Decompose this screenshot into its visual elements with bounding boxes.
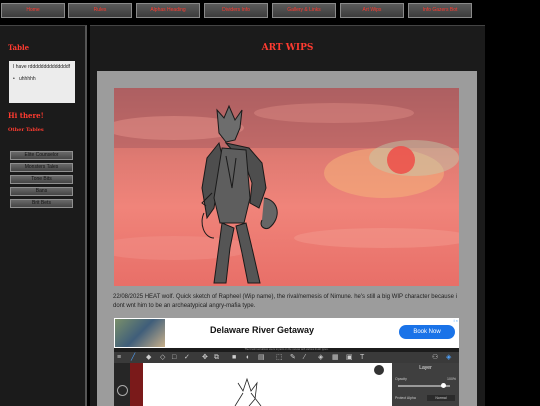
frame-icon: ▣ <box>346 354 353 361</box>
transform-icon: ⧉ <box>214 354 219 361</box>
blend-mode-select: Normal <box>427 395 455 401</box>
protect-alpha-label: Protect Alpha <box>395 396 416 400</box>
color-picker-icon <box>117 385 128 396</box>
sidebar-button-4[interactable]: Bans <box>10 187 73 196</box>
app-left-toolstrip <box>114 363 130 406</box>
ruler-icon: ◈ <box>318 354 324 361</box>
layers-tool-icon: ▦ <box>332 354 339 361</box>
brush-icon: ╱ <box>131 354 136 361</box>
sidebar-textbox: I have rddddddddddddddf uhhhhh <box>9 61 75 103</box>
opacity-slider-knob <box>441 383 446 388</box>
main-panel: ART WIPS 22/08/2025 HEAT wolf. Quick ske… <box>90 25 485 406</box>
artwork-image <box>114 88 459 286</box>
sidebar-heading-table: Table <box>8 43 30 52</box>
nav-dividers[interactable]: Dividers Info <box>204 3 268 18</box>
page-margin-right <box>487 25 540 405</box>
opacity-label: Opacity <box>395 377 407 381</box>
app-brush-size-strip <box>130 363 143 406</box>
nav-info-gazers[interactable]: Info Gazers Bot <box>408 3 472 18</box>
sidebar-textbox-line: I have rddddddddddddddf <box>13 64 70 70</box>
drawing-app-screenshot: The brush tool allows users to paint on … <box>114 348 459 406</box>
sidebar-button-5[interactable]: Brit Bets <box>10 199 73 208</box>
eraser-icon: ◆ <box>146 354 152 361</box>
sidebar-other-tables-heading: Other Tables <box>8 127 44 133</box>
canvas-sketch <box>234 365 384 406</box>
opacity-value: 100% <box>447 377 456 381</box>
app-toolbar: ≡ ╱ ◆ ◇ □ ✓ ✥ ⧉ ■ ◐ ▤ ⬚ ✎ ⁄ ◈ ▦ ▣ T ⚇ ◈ <box>114 352 459 363</box>
ad-thumbnail-image[interactable] <box>115 319 165 347</box>
sidebar-button-3[interactable]: Tone Bits <box>10 175 73 184</box>
share-icon: ⚇ <box>432 354 439 361</box>
bucket-icon: ◐ <box>246 354 251 361</box>
gradient-icon: ▤ <box>258 354 265 361</box>
page-title: ART WIPS <box>261 43 314 53</box>
sidebar-button-1[interactable]: Elite Counselor <box>10 151 73 160</box>
ad-banner[interactable]: Delaware River Getaway Book Now i × <box>114 318 459 348</box>
post-caption: 22/08/2025 HEAT wolf. Quick sketch of Ra… <box>113 294 457 309</box>
nav-gallery[interactable]: Gallery & Links <box>272 3 336 18</box>
selection-icon: □ <box>172 354 177 361</box>
layer-panel-title: Layer <box>419 365 432 371</box>
wip-post: 22/08/2025 HEAT wolf. Quick sketch of Ra… <box>97 71 477 406</box>
check-icon: ✓ <box>184 354 190 361</box>
move-icon: ✥ <box>202 354 208 361</box>
sidebar: Table I have rddddddddddddddf uhhhhh Hi … <box>0 25 87 406</box>
text-icon: T <box>360 354 365 361</box>
nav-alphas[interactable]: Alphas Heading <box>136 3 200 18</box>
pen-icon: ✎ <box>290 354 296 361</box>
eyedropper-icon: ⁄ <box>304 354 306 361</box>
lasso-icon: ⬚ <box>276 354 283 361</box>
nav-art-wips[interactable]: Art Wips <box>340 3 404 18</box>
layer-stack-icon: ◈ <box>446 354 452 361</box>
wolf-sketch-illustration <box>114 88 459 284</box>
app-canvas <box>143 363 392 406</box>
fill-icon: ■ <box>232 354 237 361</box>
smudge-icon: ◇ <box>160 354 166 361</box>
menu-icon: ≡ <box>117 354 122 361</box>
layer-panel: Layer Opacity 100% Protect Alpha Normal <box>392 363 459 406</box>
nav-home[interactable]: Home <box>1 3 65 18</box>
sidebar-button-2[interactable]: Monsters Tales <box>10 163 73 172</box>
ad-title[interactable]: Delaware River Getaway <box>210 325 314 335</box>
ad-book-now-button[interactable]: Book Now <box>399 325 455 339</box>
top-navigation: Home Rules Alphas Heading Dividers Info … <box>0 0 540 22</box>
sidebar-textbox-bullet: uhhhhh <box>13 76 71 83</box>
sidebar-greeting: Hi there! <box>8 111 44 120</box>
nav-rules[interactable]: Rules <box>68 3 132 18</box>
ad-info-close-icon[interactable]: i × <box>454 318 458 323</box>
